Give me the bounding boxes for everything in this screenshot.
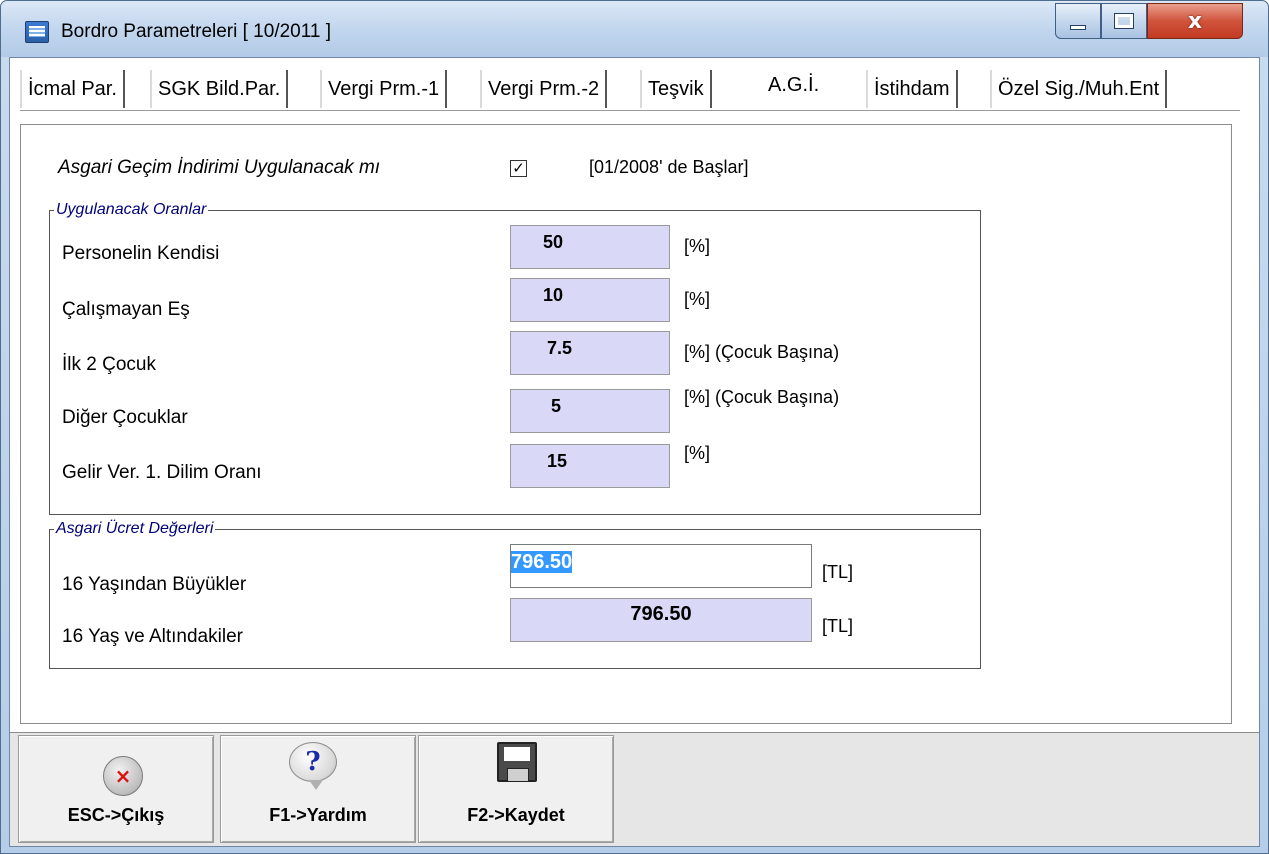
rate-unit-income-tax-bracket: [%] [684, 443, 711, 463]
tab-divider [20, 110, 1240, 111]
rate-field-self[interactable]: 50 [510, 225, 670, 269]
minimize-button[interactable] [1055, 3, 1101, 39]
rate-label-self: Personelin Kendisi [62, 243, 220, 264]
help-button-label: F1->Yardım [269, 805, 367, 825]
tab-istihdam[interactable]: İstihdam [866, 70, 958, 108]
wage-input-over16[interactable]: 796.50 [510, 544, 812, 588]
rate-unit-self: [%] [684, 236, 711, 256]
save-disk-icon [497, 742, 537, 782]
exit-button[interactable]: × ESC->Çıkış [18, 735, 214, 843]
tab-icmal-par[interactable]: İcmal Par. [20, 70, 125, 108]
save-button[interactable]: F2->Kaydet [418, 735, 614, 843]
rate-unit-spouse: [%] [684, 289, 711, 309]
wage-unit-under16: [TL] [822, 616, 854, 636]
agi-panel: Asgari Geçim İndirimi Uygulanacak mı ✓ [… [20, 124, 1232, 724]
help-icon: ? [289, 742, 337, 782]
minimum-wage-group: Asgari Ücret Değerleri 16 Yaşından Büyük… [49, 520, 981, 669]
tab-sgk-bild-par[interactable]: SGK Bild.Par. [150, 70, 289, 108]
title-bar[interactable]: Bordro Parametreleri [ 10/2011 ] x [1, 1, 1268, 57]
wage-label-under16: 16 Yaş ve Altındakiler [62, 626, 243, 647]
maximize-button[interactable] [1101, 3, 1147, 39]
client-area: İcmal Par. SGK Bild.Par. Vergi Prm.-1 Ve… [9, 57, 1260, 847]
rates-group: Uygulanacak Oranlar Personelin Kendisi 5… [49, 201, 981, 515]
rate-field-spouse[interactable]: 10 [510, 278, 670, 322]
rate-unit-other-children: [%] (Çocuk Başına) [684, 387, 840, 407]
tab-tesvik[interactable]: Teşvik [640, 70, 712, 108]
tab-ozel-sig[interactable]: Özel Sig./Muh.Ent [990, 70, 1168, 108]
rate-label-first-two-children: İlk 2 Çocuk [62, 354, 156, 375]
close-icon: x [1187, 8, 1203, 34]
wage-field-under16[interactable]: 796.50 [510, 598, 812, 642]
rates-group-title: Uygulanacak Oranlar [54, 201, 209, 219]
tab-vergi-prm-1[interactable]: Vergi Prm.-1 [320, 70, 448, 108]
app-window: Bordro Parametreleri [ 10/2011 ] x İcmal… [0, 0, 1269, 854]
rate-field-first-two-children[interactable]: 7.5 [510, 331, 670, 375]
rate-label-income-tax-bracket: Gelir Ver. 1. Dilim Oranı [62, 462, 262, 483]
agi-checkbox[interactable]: ✓ [510, 160, 527, 177]
help-button[interactable]: ? F1->Yardım [220, 735, 416, 843]
rate-field-other-children[interactable]: 5 [510, 389, 670, 433]
close-button[interactable]: x [1147, 3, 1243, 39]
app-icon[interactable] [25, 21, 49, 43]
rate-field-income-tax-bracket[interactable]: 15 [510, 444, 670, 488]
bottom-toolbar: × ESC->Çıkış ? F1->Yardım F2->Kaydet [10, 732, 1259, 846]
exit-icon: × [103, 756, 143, 796]
exit-button-label: ESC->Çıkış [67, 805, 165, 825]
save-button-label: F2->Kaydet [467, 805, 565, 825]
rate-unit-first-two-children: [%] (Çocuk Başına) [684, 342, 840, 362]
help-bubble-tail [309, 780, 323, 790]
wage-label-over16: 16 Yaşından Büyükler [62, 574, 247, 595]
rate-label-other-children: Diğer Çocuklar [62, 407, 188, 428]
maximize-icon [1114, 13, 1134, 29]
wage-unit-over16: [TL] [822, 562, 854, 582]
minimize-icon [1070, 24, 1086, 30]
window-title: Bordro Parametreleri [ 10/2011 ] [61, 21, 332, 42]
minimum-wage-group-title: Asgari Ücret Değerleri [54, 520, 216, 538]
wage-input-over16-value: 796.50 [511, 551, 573, 573]
rate-label-spouse: Çalışmayan Eş [62, 299, 190, 320]
agi-question-label: Asgari Geçim İndirimi Uygulanacak mı [58, 157, 381, 178]
tab-vergi-prm-2[interactable]: Vergi Prm.-2 [480, 70, 608, 108]
agi-start-note: [01/2008' de Başlar] [589, 157, 749, 177]
tab-agi[interactable]: A.G.İ. [762, 66, 826, 104]
